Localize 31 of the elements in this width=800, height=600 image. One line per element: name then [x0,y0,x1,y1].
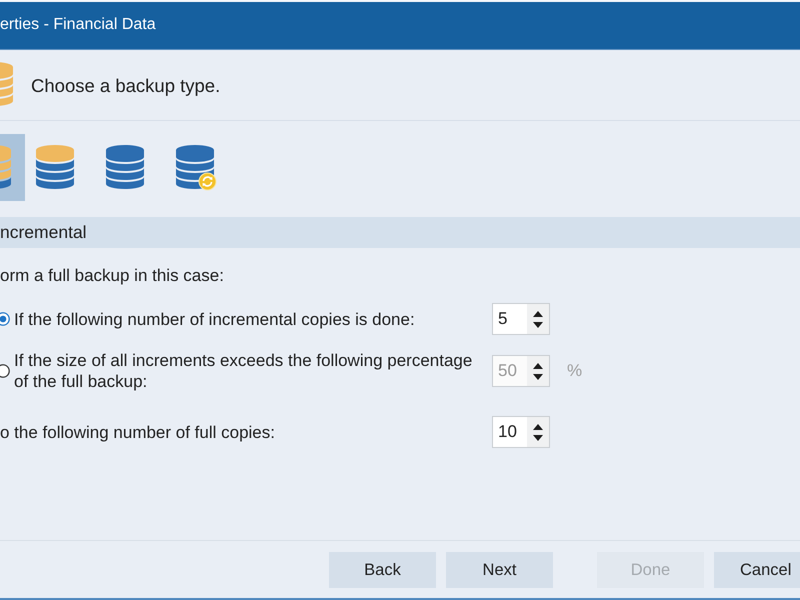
caret-down-icon [533,374,543,380]
database-sync-icon [175,144,217,191]
caret-up-icon [533,424,543,430]
prompt-text: Choose a backup type. [31,74,220,96]
nav-button[interactable]: Next [446,552,553,588]
caret-up-icon [533,310,543,316]
caret-down-icon [533,434,543,440]
intro-text: orm a full backup in this case: [0,266,225,286]
unit-label: % [567,361,582,381]
radio-button[interactable] [0,312,10,326]
option-label: If the following number of incremental copies is done: [14,308,416,330]
window-title: erties - Financial Data [0,16,156,34]
database-icon [35,144,77,191]
caret-down-icon [533,322,543,328]
number-spinner[interactable]: 10 [492,416,550,448]
spin-up-button[interactable] [532,423,544,430]
database-icon [105,144,147,191]
option-label: If the size of all increments exceeds the following percentage of the full backup: [14,350,474,392]
radio-button[interactable] [0,364,10,378]
number-spinner[interactable]: 5 [492,303,550,335]
section-title: ncremental [0,222,87,243]
nav-button[interactable]: Back [329,552,436,588]
spin-down-button[interactable] [532,321,544,328]
spin-up-button[interactable] [532,310,544,317]
database-icon [0,61,14,107]
spin-down-button[interactable] [532,434,544,441]
copies-label: o the following number of full copies: [0,422,276,442]
caret-up-icon [533,362,543,368]
backup-type-button[interactable] [0,134,25,201]
database-icon [0,144,12,191]
action-button[interactable]: Cancel [714,552,800,588]
